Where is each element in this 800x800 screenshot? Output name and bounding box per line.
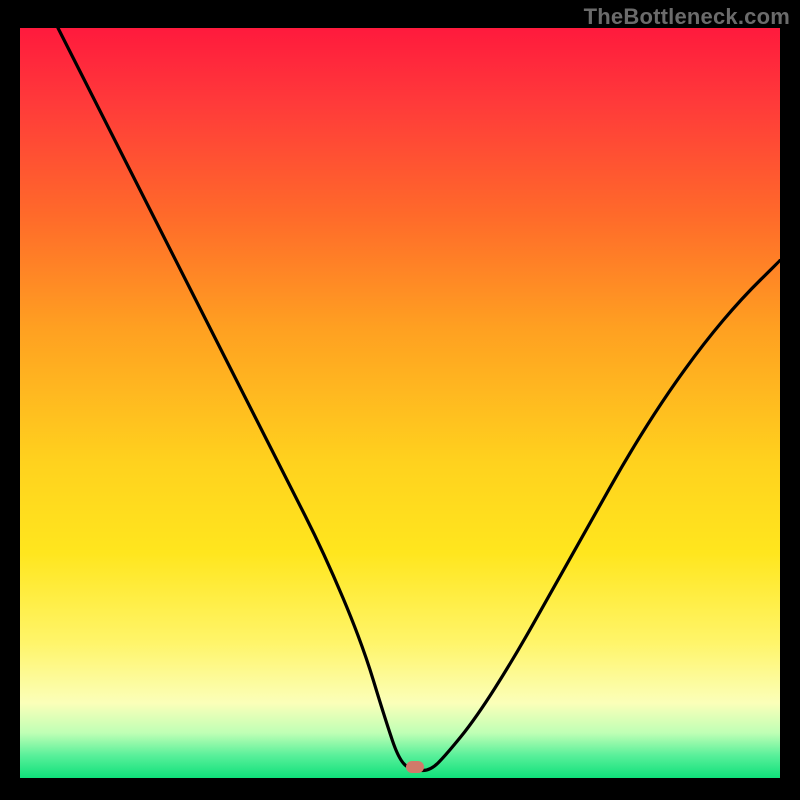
bottleneck-curve	[20, 28, 780, 778]
chart-frame: TheBottleneck.com	[0, 0, 800, 800]
watermark-text: TheBottleneck.com	[584, 4, 790, 30]
plot-area	[20, 28, 780, 778]
curve-path	[58, 28, 780, 771]
optimum-marker	[406, 761, 424, 773]
